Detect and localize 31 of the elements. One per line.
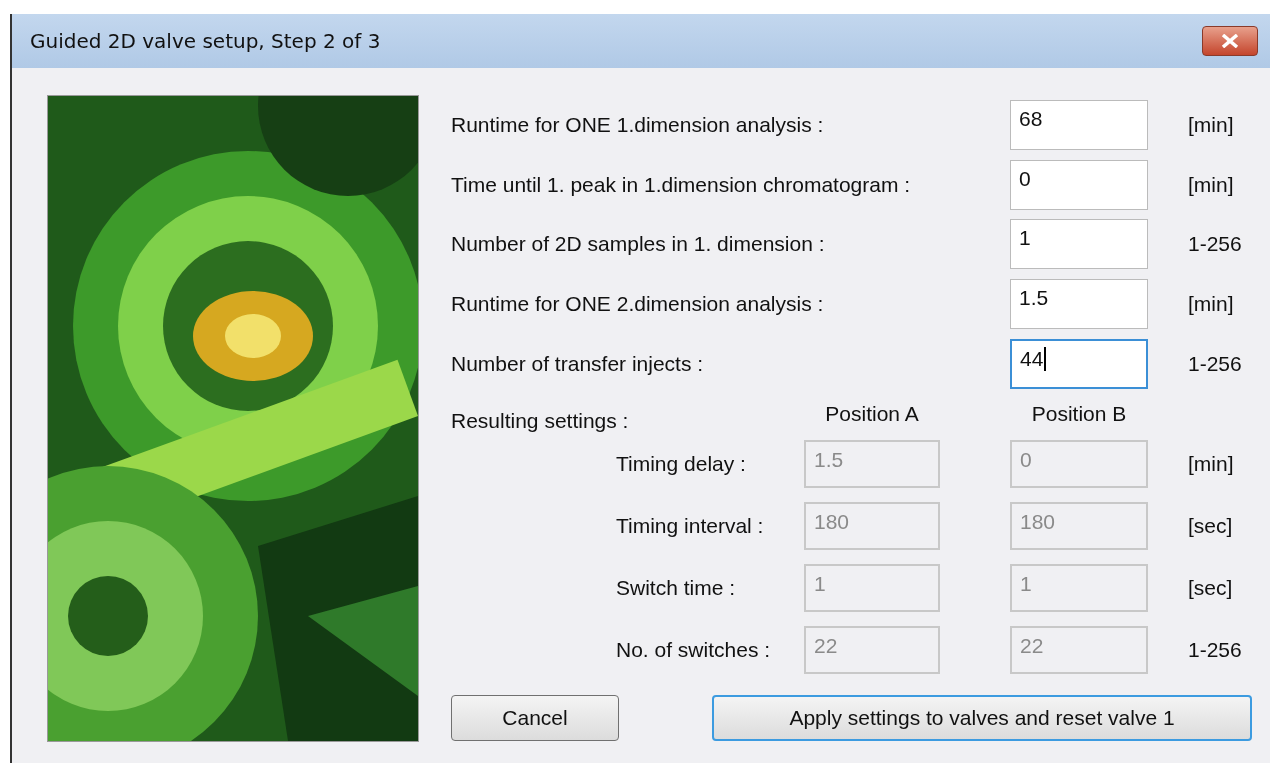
unit-label: 1-256 xyxy=(1187,637,1243,662)
unit-label: [min] xyxy=(1187,292,1235,317)
column-header: Position A xyxy=(824,401,920,426)
field-label: No. of switches : xyxy=(615,636,772,663)
input-field[interactable]: 1.5 xyxy=(1010,279,1148,330)
unit-label: 1-256 xyxy=(1187,232,1243,257)
input-field[interactable]: 68 xyxy=(1010,99,1148,150)
input-field[interactable]: 1 xyxy=(1010,219,1148,270)
unit-label: [sec] xyxy=(1187,514,1234,539)
field-label: Number of 2D samples in 1. dimension : xyxy=(451,231,826,258)
cancel-button[interactable]: Cancel xyxy=(451,695,619,742)
field-label: Number of transfer injects : xyxy=(451,350,705,377)
unit-label: 1-256 xyxy=(1187,351,1243,376)
field-label: Runtime for ONE 1.dimension analysis : xyxy=(451,111,825,138)
field-label: Runtime for ONE 2.dimension analysis : xyxy=(451,291,825,318)
input-field[interactable]: 44 xyxy=(1010,338,1148,389)
section-label: Resulting settings : xyxy=(451,407,630,433)
field-label: Timing delay : xyxy=(615,451,747,478)
close-button[interactable] xyxy=(1202,26,1258,56)
unit-label: [sec] xyxy=(1187,575,1234,600)
unit-label: [min] xyxy=(1187,452,1235,477)
unit-label: [min] xyxy=(1187,112,1235,137)
input-field[interactable]: 0 xyxy=(1010,159,1148,210)
apply-button[interactable]: Apply settings to valves and reset valve 1 xyxy=(712,695,1252,742)
column-header: Position B xyxy=(1030,401,1128,426)
window-title: Guided 2D valve setup, Step 2 of 3 xyxy=(30,29,381,53)
close-icon xyxy=(1220,34,1240,48)
unit-label: [min] xyxy=(1187,172,1235,197)
field-label: Timing interval : xyxy=(615,513,765,540)
field-label: Time until 1. peak in 1.dimension chromatogram : xyxy=(451,171,912,198)
field-label: Switch time : xyxy=(615,574,737,601)
